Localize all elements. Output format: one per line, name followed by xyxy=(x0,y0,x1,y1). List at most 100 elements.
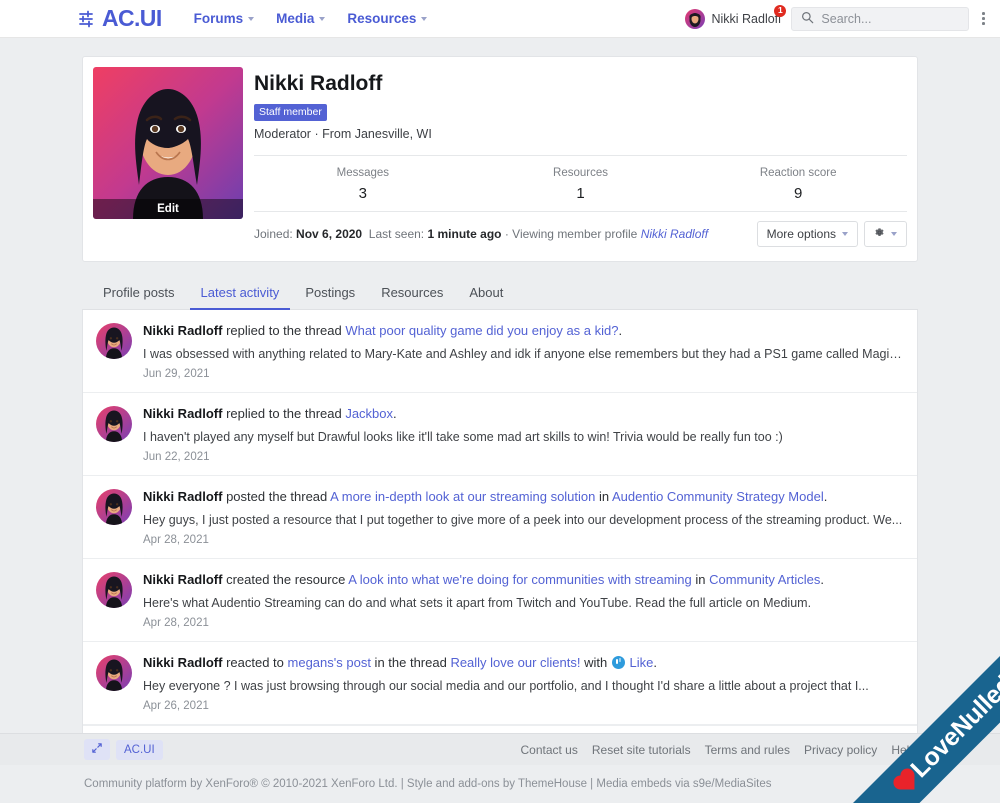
activity-item[interactable]: Nikki Radloff replied to the thread What… xyxy=(83,310,917,394)
nav-label: Media xyxy=(276,11,315,26)
chevron-down-icon xyxy=(891,232,897,237)
primary-nav: Forums Media Resources xyxy=(184,5,438,32)
nav-item-forums[interactable]: Forums xyxy=(184,5,265,32)
footer-link-reset-site-tutorials[interactable]: Reset site tutorials xyxy=(592,743,691,757)
activity-link-secondary[interactable]: Community Articles xyxy=(709,572,820,587)
footer-link-privacy-policy[interactable]: Privacy policy xyxy=(804,743,877,757)
footer-link-help[interactable]: Help xyxy=(891,743,916,757)
activity-user[interactable]: Nikki Radloff xyxy=(143,323,222,338)
activity-headline: Nikki Radloff posted the thread A more i… xyxy=(143,488,904,507)
activity-tail: . xyxy=(820,572,824,588)
footer-link-terms-and-rules[interactable]: Terms and rules xyxy=(705,743,790,757)
activity-reaction-label[interactable]: Like xyxy=(629,655,653,670)
activity-item[interactable]: Nikki Radloff posted the thread A more i… xyxy=(83,476,917,560)
activity-tail: . xyxy=(618,323,623,339)
tab-profile-posts[interactable]: Profile posts xyxy=(92,276,186,310)
joined-label: Joined: xyxy=(254,227,293,242)
nav-label: Forums xyxy=(193,11,244,26)
more-options-button[interactable]: More options xyxy=(756,221,858,248)
lastseen-value: 1 minute ago xyxy=(427,227,502,242)
avatar-edit-button[interactable]: Edit xyxy=(93,199,243,219)
activity-user[interactable]: Nikki Radloff xyxy=(143,655,222,670)
chevron-down-icon xyxy=(842,232,848,237)
lastseen-label: Last seen: xyxy=(368,227,425,242)
activity-snippet: Hey everyone ? I was just browsing throu… xyxy=(143,678,869,693)
avatar[interactable] xyxy=(96,655,132,692)
stat-label: Resources xyxy=(553,167,608,180)
activity-date: Apr 26, 2021 xyxy=(143,700,209,713)
profile-subtitle: Moderator · From Janesville, WI xyxy=(254,127,432,142)
avatar[interactable] xyxy=(96,489,132,526)
activity-link-primary[interactable]: A look into what we're doing for communi… xyxy=(348,572,692,587)
activity-link-primary[interactable]: A more in-depth look at our streaming so… xyxy=(330,489,595,504)
site-logo[interactable]: AC.UI xyxy=(78,7,162,30)
alerts-badge[interactable]: 1 xyxy=(774,4,787,17)
more-options-label: More options xyxy=(766,227,836,242)
chevron-down-icon xyxy=(248,16,255,21)
top-navbar: AC.UI Forums Media Resources Nikki Radlo… xyxy=(0,0,1000,38)
activity-link-secondary[interactable]: Audentio Community Strategy Model xyxy=(612,489,824,504)
avatar[interactable] xyxy=(96,406,132,443)
sliders-logo-icon xyxy=(78,9,98,29)
gear-icon xyxy=(874,227,885,241)
activity-action-mid: in xyxy=(691,572,710,588)
profile-tabs: Profile posts Latest activity Postings R… xyxy=(82,276,918,311)
viewing-profile-link[interactable]: Nikki Radloff xyxy=(641,227,708,241)
activity-tail: . xyxy=(393,406,397,422)
activity-link-primary[interactable]: What poor quality game did you enjoy as … xyxy=(345,323,618,338)
activity-tail: with xyxy=(580,655,611,671)
user-menu-button[interactable]: Nikki Radloff 1 xyxy=(685,4,787,29)
copyright-bar: Community platform by XenForo® © 2010-20… xyxy=(0,765,1000,803)
activity-user[interactable]: Nikki Radloff xyxy=(143,489,222,504)
activity-action: created the resource xyxy=(222,572,349,588)
stat-label: Messages xyxy=(336,167,390,180)
activity-date: Jun 22, 2021 xyxy=(143,451,210,464)
activity-item[interactable]: Nikki Radloff reacted to megans's post i… xyxy=(83,642,917,726)
activity-link-primary[interactable]: megans's post xyxy=(288,655,371,670)
user-menu-label: Nikki Radloff xyxy=(711,11,782,26)
search-placeholder: Search... xyxy=(821,11,872,26)
copyright-text: Community platform by XenForo® © 2010-20… xyxy=(84,778,772,790)
activity-action-mid: in xyxy=(595,489,612,505)
expand-width-button[interactable] xyxy=(84,739,110,760)
profile-card: Edit Nikki Radloff Staff member Moderato… xyxy=(82,56,918,263)
profile-avatar[interactable]: Edit xyxy=(93,67,243,219)
activity-action: posted the thread xyxy=(222,489,331,505)
footer-links: Contact us Reset site tutorials Terms an… xyxy=(520,743,916,757)
settings-button[interactable] xyxy=(864,221,907,248)
nav-item-resources[interactable]: Resources xyxy=(337,5,437,32)
more-menu-icon[interactable] xyxy=(979,8,988,29)
stat-value: 3 xyxy=(358,185,367,203)
activity-action: replied to the thread xyxy=(222,406,346,422)
activity-link-primary[interactable]: Jackbox xyxy=(345,406,393,421)
footer-link-contact-us[interactable]: Contact us xyxy=(520,743,577,757)
nav-item-media[interactable]: Media xyxy=(266,5,335,32)
tab-latest-activity[interactable]: Latest activity xyxy=(189,276,291,311)
activity-headline: Nikki Radloff replied to the thread Jack… xyxy=(143,405,904,424)
tab-about[interactable]: About xyxy=(458,276,514,310)
activity-user[interactable]: Nikki Radloff xyxy=(143,572,222,587)
tab-resources[interactable]: Resources xyxy=(370,276,454,310)
activity-action-mid: in the thread xyxy=(370,655,451,671)
avatar[interactable] xyxy=(96,323,132,360)
activity-feed: Nikki Radloff replied to the thread What… xyxy=(82,310,918,772)
activity-date: Apr 28, 2021 xyxy=(143,534,209,547)
search-icon xyxy=(801,11,814,27)
avatar[interactable] xyxy=(96,572,132,609)
activity-item[interactable]: Nikki Radloff replied to the thread Jack… xyxy=(83,393,917,477)
logo-text: AC.UI xyxy=(102,5,162,31)
search-input[interactable]: Search... xyxy=(791,6,970,31)
chevron-down-icon xyxy=(421,16,428,21)
activity-user[interactable]: Nikki Radloff xyxy=(143,406,222,421)
activity-item[interactable]: Nikki Radloff created the resource A loo… xyxy=(83,559,917,643)
activity-link-secondary[interactable]: Really love our clients! xyxy=(450,655,580,670)
tab-postings[interactable]: Postings xyxy=(294,276,366,310)
activity-headline: Nikki Radloff replied to the thread What… xyxy=(143,322,904,341)
expand-icon xyxy=(92,743,102,756)
activity-date: Jun 29, 2021 xyxy=(143,368,210,381)
style-chooser-button[interactable]: AC.UI xyxy=(116,739,163,760)
activity-reaction-tail: . xyxy=(653,655,657,671)
viewing-text: · Viewing member profile xyxy=(504,227,638,242)
chevron-down-icon xyxy=(319,16,326,21)
avatar xyxy=(685,8,706,29)
